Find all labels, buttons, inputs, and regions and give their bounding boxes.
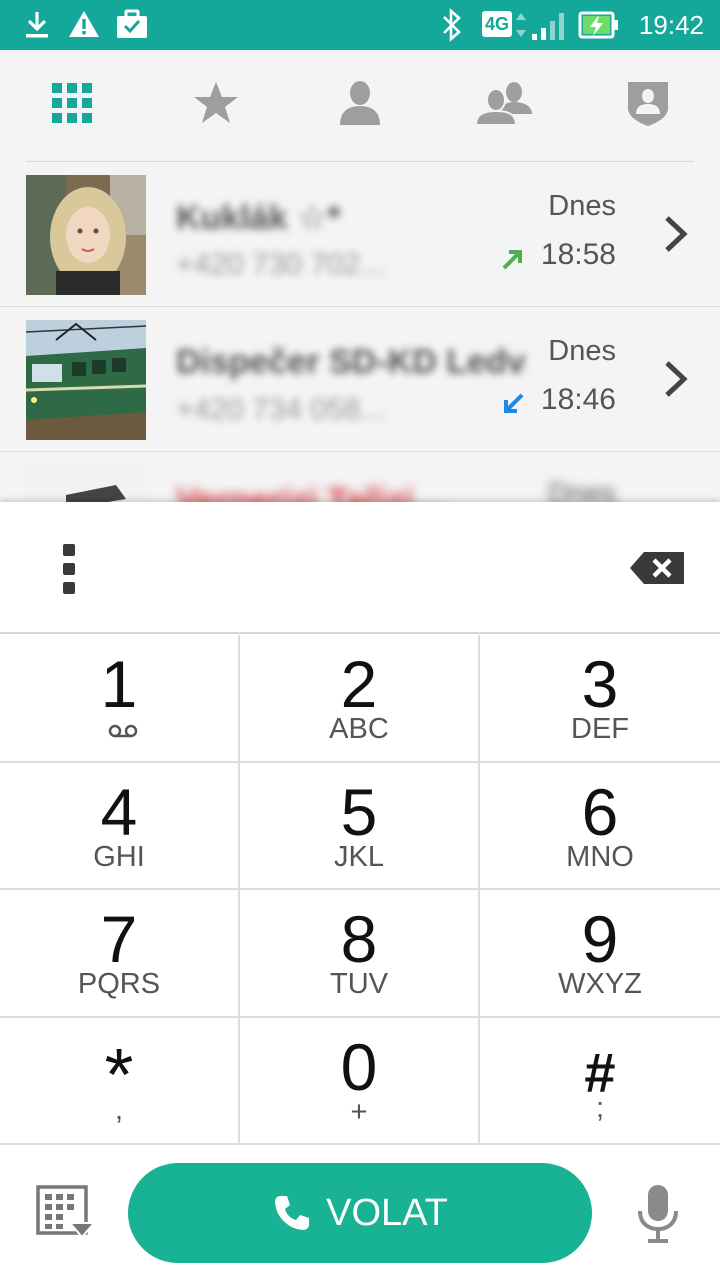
key-digit: 8: [340, 902, 378, 976]
key-5[interactable]: 5 JKL: [240, 762, 480, 890]
group-icon: [474, 82, 532, 126]
key-hash[interactable]: # ;: [480, 1018, 720, 1145]
key-letters: +: [350, 1095, 368, 1128]
phone-icon: [275, 1196, 310, 1230]
data-activity-icon: [516, 13, 526, 37]
backspace-icon[interactable]: [628, 550, 686, 586]
signal-icon: [532, 13, 564, 40]
contact-name: Vernerizi Tařizi…: [176, 482, 448, 502]
tab-contacts[interactable]: [330, 78, 390, 128]
call-button-label: VOLAT: [326, 1191, 448, 1234]
call-time: 18:58: [540, 238, 616, 271]
star-icon: [194, 82, 238, 123]
contact-name: Dispečer SD-KD Ledv..: [176, 343, 526, 381]
chevron-right-icon[interactable]: [660, 359, 690, 399]
key-4[interactable]: 4 GHI: [0, 762, 240, 890]
key-digit: 9: [581, 902, 619, 976]
briefcase-icon: [117, 9, 147, 38]
tab-dialpad[interactable]: [42, 78, 102, 128]
key-3[interactable]: 3 DEF: [480, 635, 720, 763]
call-day: Dnes: [548, 190, 616, 222]
key-7[interactable]: 7 PQRS: [0, 890, 240, 1018]
call-log-row[interactable]: Kuklák ☆* +420 730 702... Dnes 18:58: [0, 162, 720, 307]
call-log-list[interactable]: Kuklák ☆* +420 730 702... Dnes 18:58 Dis…: [0, 162, 720, 502]
dialer-panel: 1 2 ABC 3 DEF 4 GHI 5 JKL 6 MNO 7 PQRS 8…: [0, 502, 720, 1280]
contact-photo[interactable]: [26, 320, 146, 440]
call-time: 18:46: [540, 383, 616, 416]
key-letters: TUV: [330, 968, 388, 1000]
key-digit: 6: [581, 774, 619, 849]
key-digit: 3: [581, 647, 619, 721]
call-day: Dnes: [548, 478, 616, 502]
microphone-icon[interactable]: [634, 1183, 682, 1247]
call-log-row[interactable]: Dispečer SD-KD Ledv.. +420 734 058... Dn…: [0, 307, 720, 452]
key-letters: ,: [114, 1093, 124, 1126]
key-letters: ;: [595, 1091, 605, 1124]
status-bar: 4G 19:42: [0, 0, 720, 50]
tab-blocked[interactable]: [618, 78, 678, 128]
key-digit: 2: [340, 647, 378, 721]
key-6[interactable]: 6 MNO: [480, 763, 720, 890]
person-icon: [340, 81, 380, 125]
key-digit: 5: [340, 774, 378, 849]
call-log-row[interactable]: Vernerizi Tařizi… Dnes: [0, 452, 720, 502]
incoming-call-icon: [504, 393, 524, 413]
outgoing-call-icon: [502, 250, 522, 270]
key-star[interactable]: * ,: [0, 1017, 240, 1145]
key-digit: 7: [100, 902, 138, 976]
key-letters: MNO: [566, 840, 634, 873]
battery-charging-icon: [578, 11, 618, 39]
tab-groups[interactable]: [474, 78, 534, 128]
chevron-right-icon[interactable]: [660, 214, 690, 254]
tab-favorites[interactable]: [186, 78, 246, 128]
key-2[interactable]: 2 ABC: [240, 635, 480, 763]
key-8[interactable]: 8 TUV: [240, 890, 480, 1018]
more-options-icon[interactable]: [50, 542, 90, 596]
key-1[interactable]: 1: [0, 635, 240, 763]
key-letters: JKL: [334, 840, 384, 873]
phone-screen: 4G 19:42 Kuklák ☆* +420 730 702... Dnes …: [0, 0, 720, 1280]
contact-photo[interactable]: [26, 175, 146, 295]
voicemail-icon: [108, 724, 138, 738]
dialer-tabs: [0, 50, 720, 162]
contact-number: +420 730 702...: [176, 248, 386, 281]
number-entry-bar: [0, 502, 720, 634]
key-letters: DEF: [571, 713, 629, 745]
key-letters: ABC: [329, 713, 389, 745]
dialpad: 1 2 ABC 3 DEF 4 GHI 5 JKL 6 MNO 7 PQRS 8…: [0, 635, 720, 1145]
key-letters: GHI: [93, 840, 145, 873]
key-digit: 1: [100, 647, 138, 721]
key-letters: WXYZ: [558, 968, 642, 1000]
contact-name: Kuklák ☆*: [176, 199, 341, 237]
key-digit: 4: [100, 774, 138, 849]
shield-person-icon: [628, 82, 668, 126]
key-letters: PQRS: [77, 968, 161, 1000]
key-9[interactable]: 9 WXYZ: [480, 890, 720, 1018]
contact-number: +420 734 058...: [176, 393, 386, 426]
download-icon: [26, 12, 48, 38]
dialpad-toggle-icon[interactable]: [36, 1185, 96, 1241]
call-day: Dnes: [548, 335, 616, 367]
warning-icon: [69, 11, 99, 37]
dialer-action-bar: VOLAT: [0, 1145, 720, 1280]
network-type-badge: 4G: [482, 11, 512, 37]
bluetooth-icon: [443, 8, 461, 42]
clock: 19:42: [638, 10, 704, 40]
contact-photo[interactable]: [26, 465, 146, 502]
phone-number-field[interactable]: [110, 532, 610, 602]
grid-icon: [52, 83, 92, 123]
call-button[interactable]: VOLAT: [128, 1163, 592, 1263]
key-0[interactable]: 0 +: [240, 1017, 480, 1145]
key-digit: 0: [340, 1029, 378, 1104]
